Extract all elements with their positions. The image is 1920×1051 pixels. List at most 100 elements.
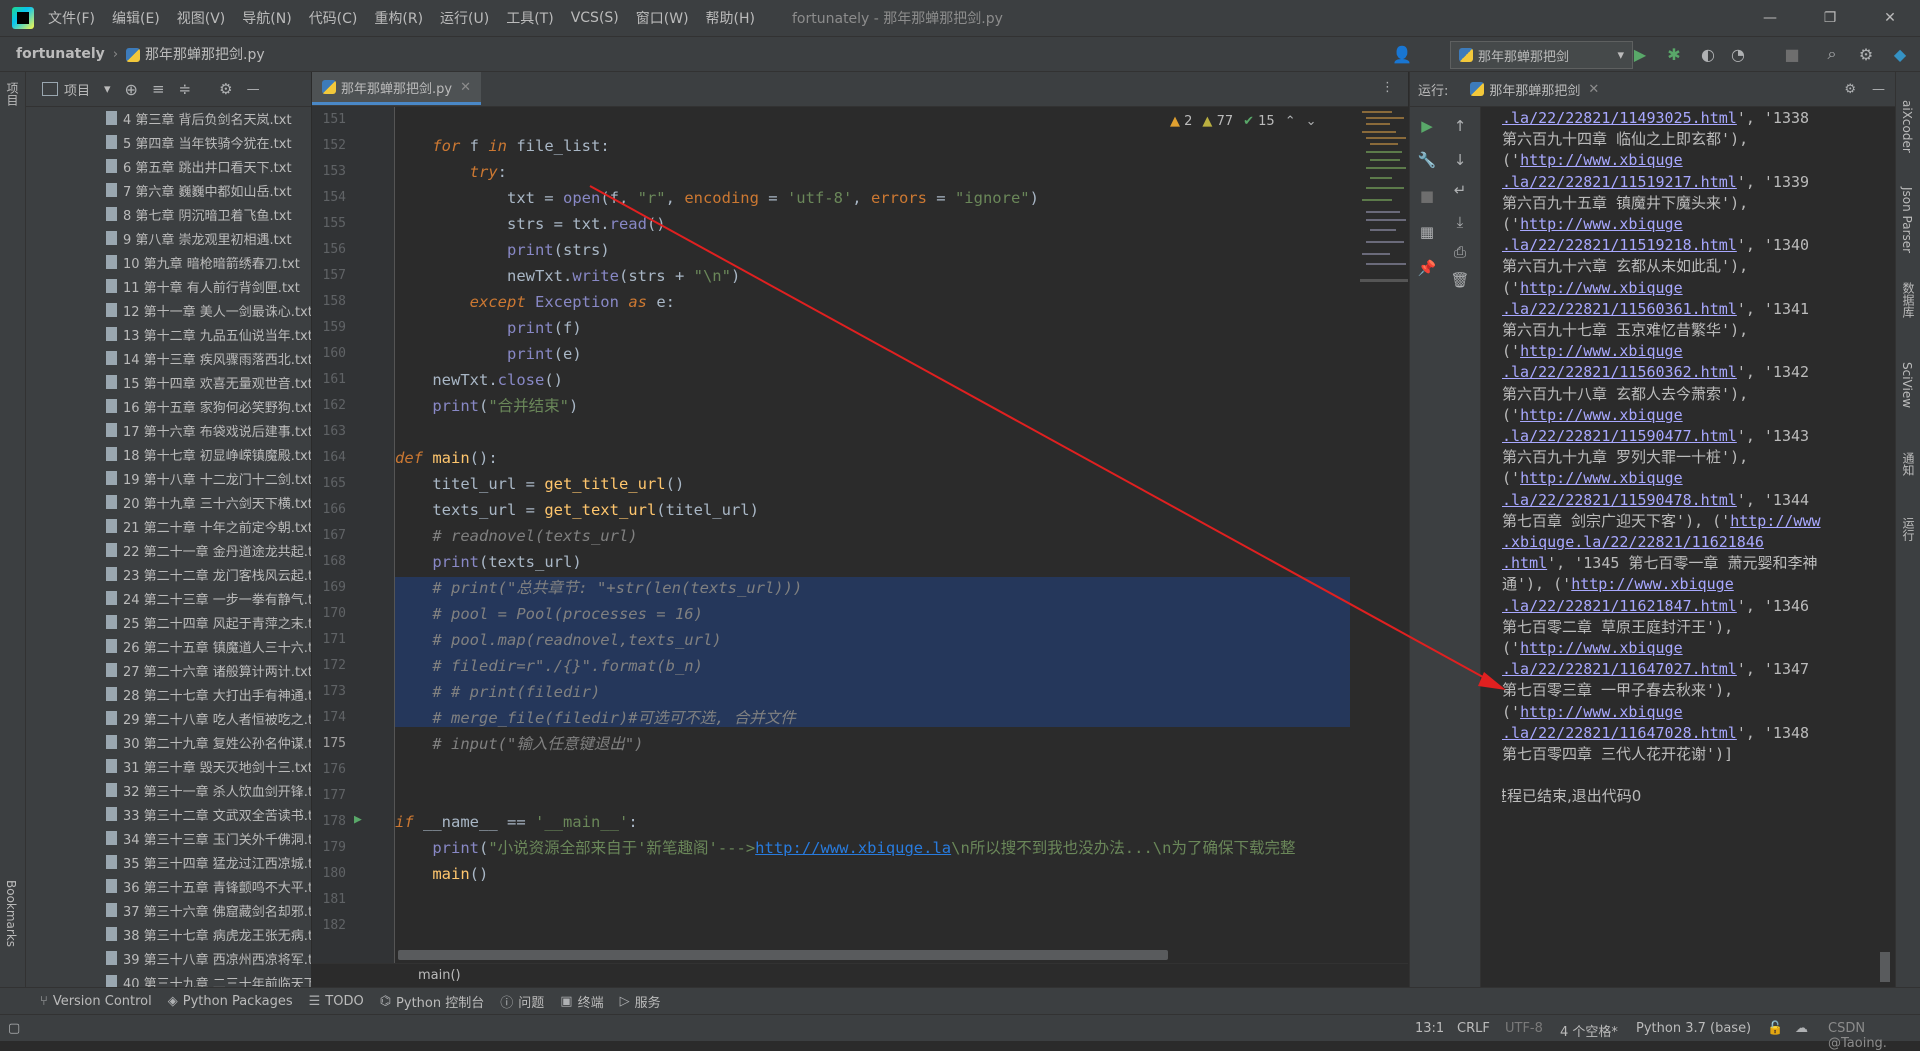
project-panel-title[interactable]: 项目 [64,80,90,99]
chevron-down-icon[interactable]: ▾ [104,82,111,97]
more-options-icon[interactable]: ⋮ [1381,80,1394,95]
file-tree-item[interactable]: 23 第二十二章 龙门客栈风云起.txt [26,562,311,586]
code-editor[interactable]: for f in file_list: try: txt = open(f, "… [395,107,1408,977]
interpreter[interactable]: Python 3.7 (base) [1636,1021,1751,1036]
console-scrollbar[interactable] [1880,952,1890,982]
menu-tools[interactable]: 工具(T) [506,8,553,28]
chevron-down-icon[interactable]: ⌄ [1306,114,1317,129]
caret-position[interactable]: 13:1 [1415,1021,1444,1036]
layout-icon[interactable]: ▢ [8,1021,20,1036]
file-tree-item[interactable]: 28 第二十七章 大打出手有神通.txt [26,682,311,706]
gear-icon[interactable]: ⚙ [219,80,232,98]
menu-window[interactable]: 窗口(W) [636,8,689,28]
gear-icon[interactable]: ⚙ [1856,44,1876,64]
menu-code[interactable]: 代码(C) [309,8,358,28]
file-tree-item[interactable]: 13 第十二章 九品五仙说当年.txt [26,322,311,346]
toolbox-icon[interactable]: ◆ [1890,44,1910,64]
file-tree-item[interactable]: 26 第二十五章 镇魔道人三十六.txt [26,634,311,658]
tab-main-file[interactable]: 那年那蝉那把剑.py ✕ [312,72,481,105]
console-output[interactable]: .la/22/22821/11493025.html', '1338 第六百九十四… [1502,106,1872,986]
close-tab-icon[interactable]: ✕ [460,80,471,95]
file-encoding[interactable]: UTF-8 [1505,1021,1543,1036]
horizontal-scrollbar[interactable] [398,950,1168,960]
file-tree-item[interactable]: 14 第十三章 疾风骤雨落西北.txt [26,346,311,370]
file-tree-item[interactable]: 33 第三十二章 文武双全苦读书.txt [26,802,311,826]
version-control-tool[interactable]: ⑂ Version Control [40,994,152,1009]
run-tool-label[interactable]: 运行 [1900,517,1917,541]
maximize-icon[interactable]: ❐ [1800,0,1860,36]
run-tab[interactable]: 那年那蝉那把剑 ✕ [1470,80,1599,99]
menu-help[interactable]: 帮助(H) [706,8,755,28]
terminal-tool[interactable]: ▣ 终端 [560,992,603,1011]
file-tree-item[interactable]: 10 第九章 暗枪暗箭绣春刀.txt [26,250,311,274]
file-tree-item[interactable]: 20 第十九章 三十六剑天下横.txt [26,490,311,514]
file-tree-item[interactable]: 39 第三十八章 西凉州西凉将军.txt [26,946,311,970]
file-tree-item[interactable]: 9 第八章 崇龙观里初相遇.txt [26,226,311,250]
print-icon[interactable]: ⎙ [1448,241,1472,263]
stop-icon[interactable]: ■ [1415,185,1439,207]
soft-wrap-icon[interactable]: ↵ [1448,179,1472,201]
stop-icon[interactable]: ■ [1782,44,1802,64]
scroll-to-end-icon[interactable]: ⤓ [1448,211,1472,233]
file-tree-item[interactable]: 17 第十六章 布袋戏说后建事.txt [26,418,311,442]
breadcrumb-function[interactable]: main() [418,968,461,983]
close-tab-icon[interactable]: ✕ [1588,82,1599,97]
file-tree-item[interactable]: 35 第三十四章 猛龙过江西凉城.txt [26,850,311,874]
file-tree-item[interactable]: 6 第五章 跳出井口看天下.txt [26,154,311,178]
menu-vcs[interactable]: VCS(S) [571,10,619,26]
file-tree-item[interactable]: 19 第十八章 十二龙门十二剑.txt [26,466,311,490]
notifications-tool-label[interactable]: 通知 [1900,452,1917,476]
file-tree-item[interactable]: 31 第三十章 毁天灭地剑十三.txt [26,754,311,778]
rerun-icon[interactable]: ▶ [1415,115,1439,137]
file-tree-item[interactable]: 40 第三十九章 二三十年前临天下.txt [26,970,311,987]
expand-all-icon[interactable]: ≡ [152,80,165,98]
profile-icon[interactable]: ◔ [1728,44,1748,64]
run-config-select[interactable]: 那年那蝉那把剑 ▾ [1450,41,1633,69]
aixcoder-tool-label[interactable]: aiXcoder [1900,100,1914,153]
services-tool[interactable]: ▷ 服务 [620,992,661,1011]
database-tool-label[interactable]: 数据库 [1900,282,1917,318]
file-tree-item[interactable]: 30 第二十九章 复姓公孙名仲谋.txt [26,730,311,754]
file-tree-item[interactable]: 5 第四章 当年铁骑今犹在.txt [26,130,311,154]
notification-icon[interactable]: ☁ [1795,1021,1808,1036]
scroll-up-icon[interactable]: ↑ [1448,115,1472,137]
breadcrumb-file[interactable]: 那年那蝉那把剑.py [126,44,265,64]
inspection-widget[interactable]: ▲ 2 ▲ 77 ✔ 15 ⌃ ⌄ [1170,114,1317,129]
breadcrumb-project[interactable]: fortunately [16,46,105,62]
lock-icon[interactable]: 🔓 [1767,1021,1783,1036]
search-icon[interactable]: ⌕ [1822,44,1842,64]
file-tree-item[interactable]: 16 第十五章 家狗何必笑野狗.txt [26,394,311,418]
pin-icon[interactable]: 📌 [1415,257,1439,279]
file-tree-item[interactable]: 36 第三十五章 青锋颤鸣不大平.txt [26,874,311,898]
file-tree-item[interactable]: 8 第七章 阴沉暗卫着飞鱼.txt [26,202,311,226]
menu-file[interactable]: 文件(F) [48,8,95,28]
python-packages-tool[interactable]: ◈ Python Packages [168,994,293,1009]
bookmarks-tool-label[interactable]: Bookmarks [4,880,18,947]
file-tree-item[interactable]: 34 第三十三章 玉门关外千佛洞.txt [26,826,311,850]
menu-run[interactable]: 运行(U) [440,8,489,28]
hide-icon[interactable]: — [1872,82,1885,97]
coverage-icon[interactable]: ◐ [1698,44,1718,64]
run-gutter-icon[interactable]: ▶ [354,812,362,827]
close-icon[interactable]: ✕ [1860,0,1920,36]
file-tree-item[interactable]: 12 第十一章 美人一剑最诛心.txt [26,298,311,322]
file-tree-item[interactable]: 25 第二十四章 风起于青萍之末.txt [26,610,311,634]
file-tree-item[interactable]: 7 第六章 巍巍中都如山岳.txt [26,178,311,202]
locate-icon[interactable]: ⊕ [125,80,138,99]
file-tree-item[interactable]: 32 第三十一章 杀人饮血剑开锋.txt [26,778,311,802]
project-tool-label[interactable]: 项目 [4,82,21,106]
code-minimap[interactable] [1360,107,1408,287]
file-tree-item[interactable]: 29 第二十八章 吃人者恒被吃之.txt [26,706,311,730]
run-icon[interactable]: ▶ [1630,44,1650,64]
file-tree-item[interactable]: 11 第十章 有人前行背剑匣.txt [26,274,311,298]
menu-edit[interactable]: 编辑(E) [112,8,160,28]
indent-setting[interactable]: 4 个空格* [1560,1021,1618,1040]
todo-tool[interactable]: ☰ TODO [309,994,364,1009]
file-tree-item[interactable]: 22 第二十一章 金丹道途龙共起.txt [26,538,311,562]
file-tree-item[interactable]: 24 第二十三章 一步一拳有静气.txt [26,586,311,610]
file-tree-item[interactable]: 27 第二十六章 诸般算计两计.txt [26,658,311,682]
file-tree-item[interactable]: 21 第二十章 十年之前定今朝.txt [26,514,311,538]
user-icon[interactable]: 👤 [1392,44,1412,64]
debug-icon[interactable]: ✱ [1664,44,1684,64]
scroll-down-icon[interactable]: ↓ [1448,149,1472,171]
